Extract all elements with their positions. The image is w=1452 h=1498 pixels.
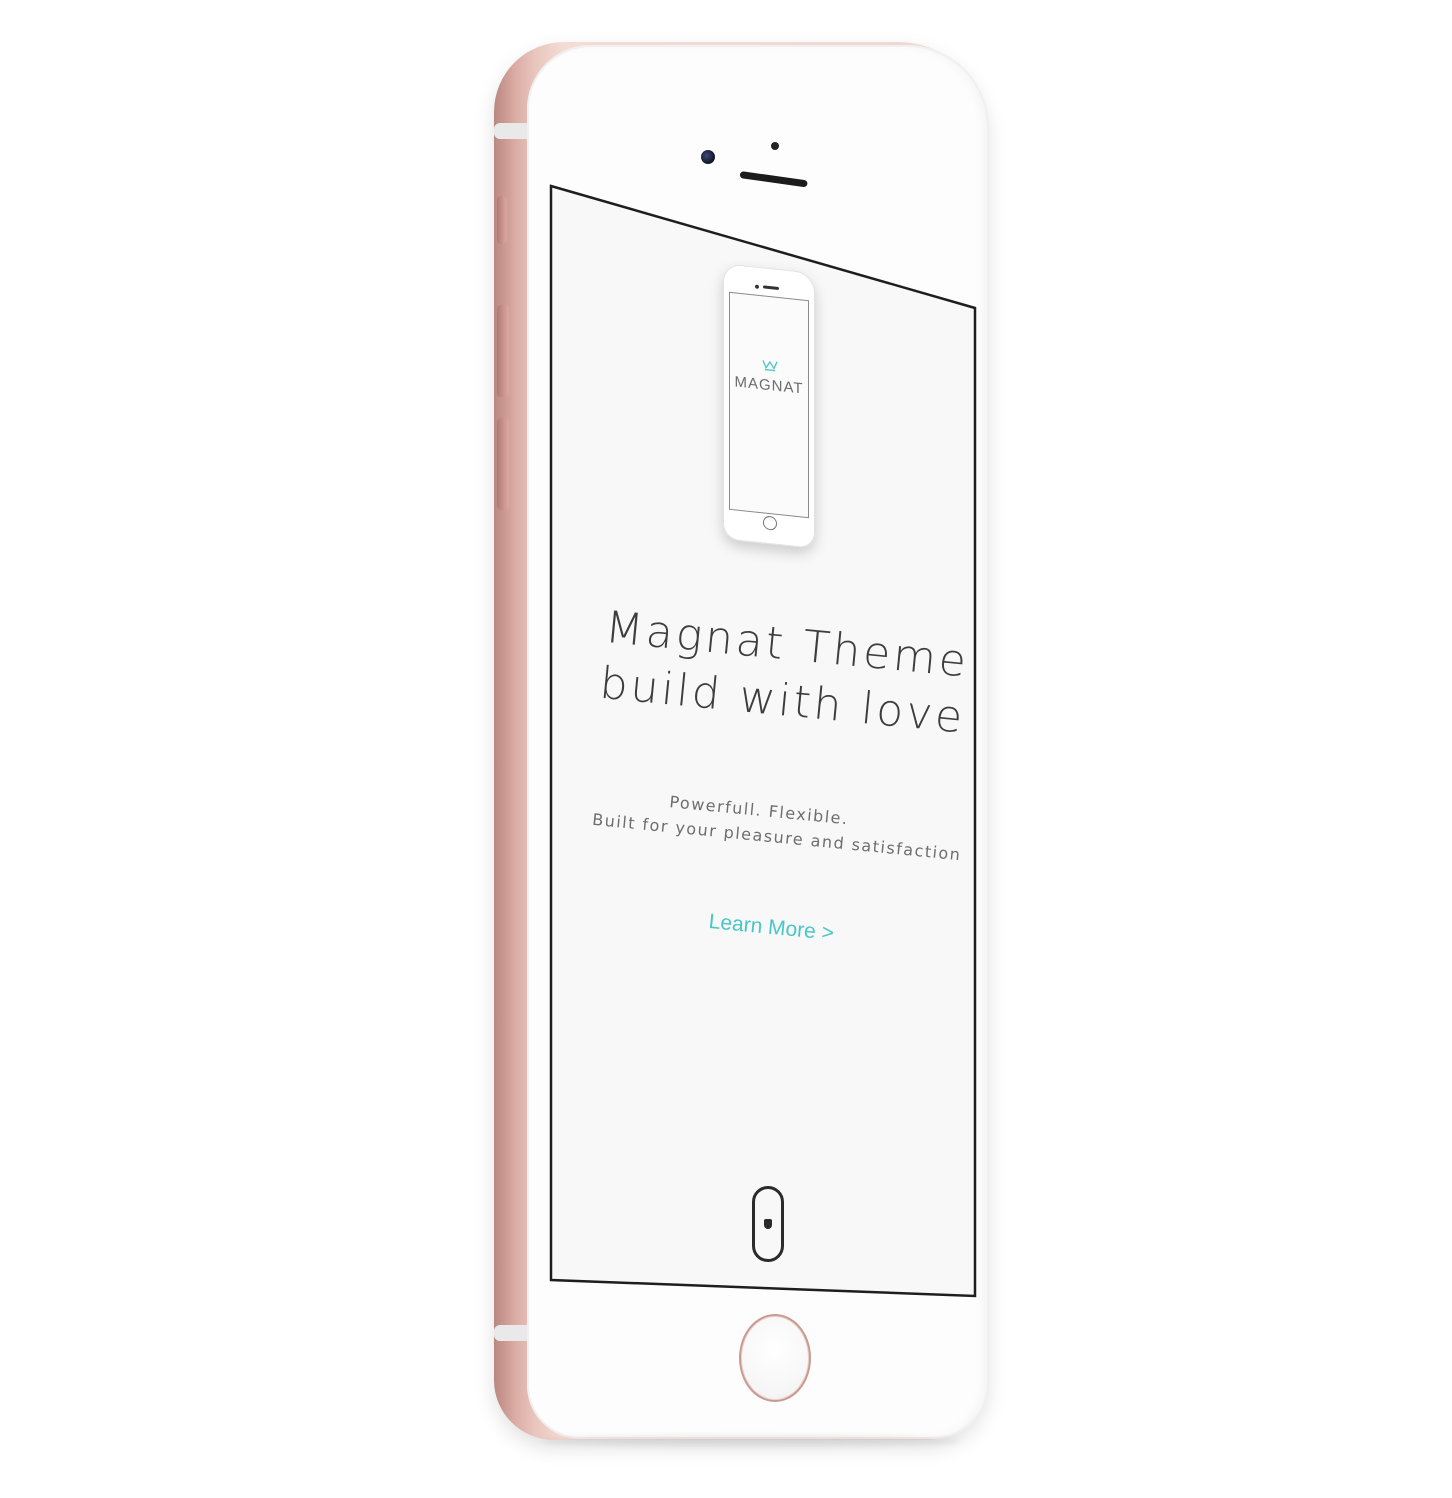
logo-text: MAGNAT [734, 373, 804, 398]
mini-speaker [763, 285, 779, 291]
mini-screen: MAGNAT [729, 291, 809, 519]
device-mockup-stage: MAGNAT Magnat Theme build with love Powe… [0, 0, 1452, 1498]
mute-switch[interactable] [497, 196, 507, 244]
home-button[interactable] [739, 1314, 811, 1402]
mouse-scroll-icon[interactable] [752, 1186, 784, 1262]
hero-phone-image: MAGNAT [723, 263, 815, 549]
volume-up-button[interactable] [497, 305, 509, 397]
crown-icon [762, 360, 778, 372]
mini-home-button [763, 515, 777, 531]
phone-shadow [540, 1436, 960, 1446]
antenna-band-top [494, 123, 528, 139]
scroll-wheel-dot [764, 1219, 772, 1229]
front-camera [701, 150, 715, 164]
antenna-band-bottom [494, 1325, 528, 1341]
proximity-sensor [771, 142, 779, 150]
volume-down-button[interactable] [497, 418, 509, 510]
mini-camera [755, 284, 759, 289]
